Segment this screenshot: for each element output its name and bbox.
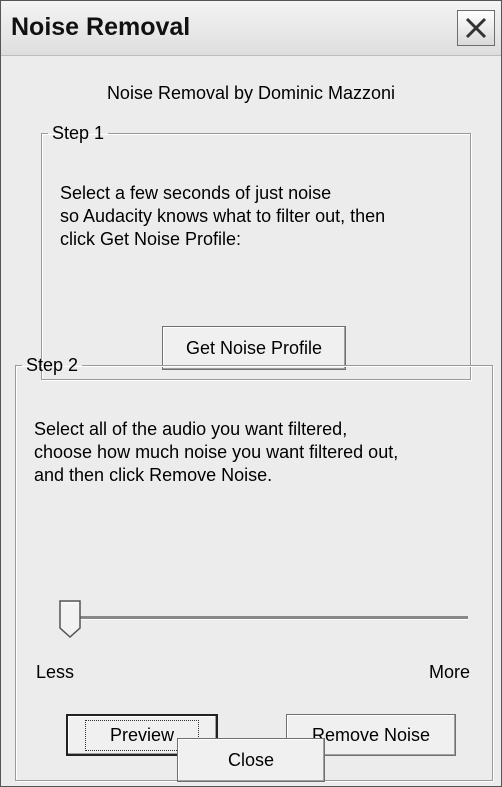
title-bar[interactable]: Noise Removal: [1, 1, 501, 56]
noise-removal-dialog: Noise Removal Noise Removal by Dominic M…: [0, 0, 502, 787]
dialog-body: Noise Removal by Dominic Mazzoni Step 1 …: [5, 57, 497, 786]
step1-legend: Step 1: [52, 123, 105, 143]
step2-line: Select all of the audio you want filtere…: [34, 419, 348, 439]
slider-min-label: Less: [36, 662, 75, 682]
step1-line: click Get Noise Profile:: [60, 229, 242, 249]
step1-line: Select a few seconds of just noise: [60, 183, 332, 203]
step2-instructions: Select all of the audio you want filtere…: [34, 418, 484, 487]
step1-instructions: Select a few seconds of just noise so Au…: [60, 182, 460, 251]
noise-slider-thumb[interactable]: [59, 600, 81, 638]
close-icon: [465, 17, 487, 39]
step2-line: and then click Remove Noise.: [34, 465, 273, 485]
step2-legend: Step 2: [26, 355, 79, 375]
window-title: Noise Removal: [11, 13, 191, 41]
close-window-button[interactable]: [457, 10, 495, 46]
step1-group: Step 1 Select a few seconds of just nois…: [41, 123, 471, 380]
step2-group: Step 2 Select all of the audio you want …: [15, 355, 493, 781]
author-byline: Noise Removal by Dominic Mazzoni: [106, 83, 396, 103]
step2-line: choose how much noise you want filtered …: [34, 442, 399, 462]
noise-slider-track[interactable]: [68, 616, 468, 620]
slider-max-label: More: [428, 662, 470, 682]
step1-line: so Audacity knows what to filter out, th…: [60, 206, 386, 226]
close-button[interactable]: Close: [177, 738, 325, 782]
